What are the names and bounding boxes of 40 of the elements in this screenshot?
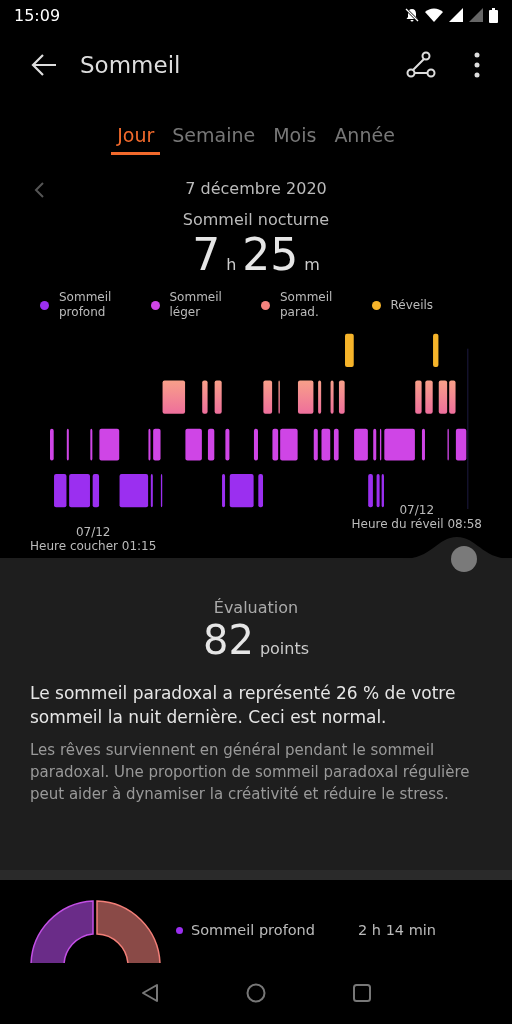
period-tab[interactable]: Jour <box>111 120 161 155</box>
date-label: 7 décembre 2020 <box>185 179 327 198</box>
page-title: Sommeil <box>80 52 182 78</box>
stage-duration: 2 h 14 min <box>358 922 437 938</box>
legend-label: Sommeil profond <box>59 290 112 320</box>
minutes-unit: m <box>304 255 320 274</box>
bedtime-label: Heure coucher 01:15 <box>30 539 157 553</box>
legend-label: Réveils <box>390 297 434 313</box>
minutes-value: 25 <box>242 229 299 280</box>
score-value: 82 <box>202 617 254 663</box>
battery-icon <box>489 7 498 23</box>
bedtime-date: 07/12 <box>75 525 111 539</box>
recents-nav-icon[interactable] <box>352 983 372 1003</box>
stage-label: Sommeil profond <box>191 922 316 938</box>
headline-text: Le sommeil paradoxal a représenté 26 % de votre sommeil la nuit dernière. Ceci est normal. <box>30 682 457 729</box>
muted-bell-icon <box>405 8 419 22</box>
more-icon[interactable] <box>474 52 480 78</box>
wifi-icon <box>425 8 443 22</box>
previous-chevron-icon[interactable] <box>34 182 44 198</box>
back-arrow-icon[interactable] <box>30 53 58 77</box>
wake-date: 07/12 <box>399 503 435 517</box>
signal-icon <box>449 8 463 22</box>
legend-label: Sommeil léger <box>169 290 222 320</box>
hours-value: 7 <box>192 229 221 280</box>
summary-title: Sommeil nocturne <box>181 210 331 229</box>
legend-label: Sommeil parad. <box>280 290 333 320</box>
score-unit: points <box>259 639 309 658</box>
slider-handle[interactable] <box>451 546 477 572</box>
evaluation-label: Évaluation <box>212 598 300 617</box>
share-icon[interactable] <box>406 51 436 79</box>
wake-label: Heure du réveil 08:58 <box>351 517 482 531</box>
back-nav-icon[interactable] <box>140 983 160 1003</box>
period-tab[interactable]: Semaine <box>166 120 262 155</box>
period-tab[interactable]: Mois <box>267 120 323 155</box>
status-time: 15:09 <box>14 5 61 25</box>
period-tab[interactable]: Année <box>328 120 401 155</box>
hours-unit: h <box>226 255 237 274</box>
signal-icon <box>469 8 483 22</box>
body-text: Les rêves surviennent en général pendant le sommeil paradoxal. Une proportion de sommeil paradoxal régulière peut aider à dynamiser la créativité et réduire le stress. <box>30 740 471 805</box>
home-nav-icon[interactable] <box>246 983 266 1003</box>
